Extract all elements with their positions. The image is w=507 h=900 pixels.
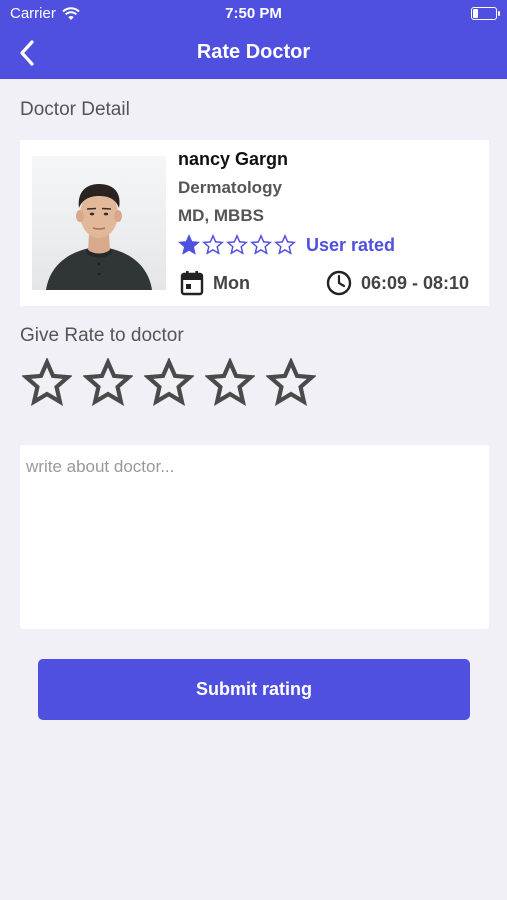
doctor-detail-title: Doctor Detail xyxy=(20,99,130,120)
doctor-photo xyxy=(32,156,166,290)
status-time: 7:50 PM xyxy=(225,5,282,22)
doctor-avatar-image xyxy=(46,184,152,290)
nav-bar: Rate Doctor xyxy=(0,28,507,79)
user-rating: User rated xyxy=(178,234,395,256)
availability-time-label: 06:09 - 08:10 xyxy=(361,272,470,293)
star-outline-icon xyxy=(202,234,224,255)
review-input[interactable] xyxy=(20,445,489,629)
availability-day-label: Mon xyxy=(213,272,250,293)
doctor-name: nancy Gargn xyxy=(178,149,289,169)
doctor-degree: MD, MBBS xyxy=(178,206,264,225)
rate-star-5-icon[interactable] xyxy=(266,358,316,408)
submit-rating-button[interactable]: Submit rating xyxy=(38,659,470,720)
clock-icon xyxy=(326,270,352,296)
star-outline-icon xyxy=(274,234,296,255)
doctor-card: nancy Gargn Dermatology MD, MBBS User ra… xyxy=(20,140,489,306)
status-bar: Carrier 7:50 PM xyxy=(0,0,507,28)
rate-star-1-icon[interactable] xyxy=(22,358,72,408)
availability-time: 06:09 - 08:10 xyxy=(326,270,469,296)
calendar-icon xyxy=(180,271,204,296)
availability-day: Mon xyxy=(180,270,250,296)
user-rated-label: User rated xyxy=(306,234,396,255)
rate-star-2-icon[interactable] xyxy=(83,358,133,408)
rate-star-3-icon[interactable] xyxy=(144,358,194,408)
rate-star-4-icon[interactable] xyxy=(205,358,255,408)
give-rate-title: Give Rate to doctor xyxy=(20,325,184,346)
user-rating-stars xyxy=(178,234,298,256)
page-title: Rate Doctor xyxy=(196,41,311,63)
star-outline-icon xyxy=(250,234,272,255)
rate-star-selector xyxy=(22,358,316,408)
star-outline-icon xyxy=(226,234,248,255)
battery-icon xyxy=(471,7,500,20)
star-filled-icon xyxy=(178,234,200,255)
doctor-specialty: Dermatology xyxy=(178,178,282,197)
